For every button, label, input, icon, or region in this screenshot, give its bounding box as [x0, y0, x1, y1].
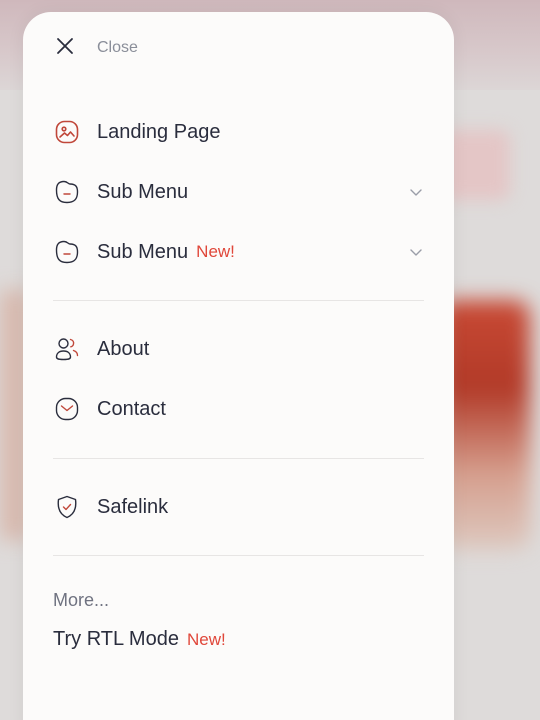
menu-item-safelink[interactable]: Safelink — [53, 487, 424, 527]
image-icon — [53, 118, 81, 146]
menu-item-label: Sub Menu — [97, 180, 189, 203]
more-heading: More... — [53, 590, 110, 610]
menu-item-label: Contact — [97, 397, 166, 420]
rtl-mode-label: Try RTL Mode — [53, 628, 179, 650]
mail-icon — [53, 395, 81, 423]
shield-check-icon — [53, 493, 81, 521]
menu-item-contact[interactable]: Contact — [53, 389, 424, 429]
new-badge: New! — [186, 630, 226, 649]
menu-item-label: Landing Page — [97, 120, 221, 143]
divider — [53, 555, 424, 556]
users-icon — [53, 335, 81, 363]
folder-icon — [53, 238, 81, 266]
divider — [53, 300, 424, 301]
menu-item-sub-menu[interactable]: Sub Menu — [53, 172, 424, 212]
close-icon[interactable] — [53, 34, 77, 63]
menu-item-about[interactable]: About — [53, 329, 424, 369]
menu-item-landing-page[interactable]: Landing Page — [53, 112, 424, 152]
navigation-drawer: Close Landing Page Sub Menu Sub Menu New… — [23, 12, 454, 720]
rtl-mode-link[interactable]: Try RTL Mode New! — [53, 628, 226, 651]
chevron-down-icon[interactable] — [408, 184, 424, 200]
menu-item-sub-menu-new[interactable]: Sub Menu New! — [53, 232, 424, 272]
menu-item-label: Sub Menu — [97, 240, 189, 263]
divider — [53, 458, 424, 459]
close-button[interactable]: Close — [53, 36, 138, 60]
menu-item-label: About — [97, 337, 150, 360]
chevron-down-icon[interactable] — [408, 244, 424, 260]
menu-item-label: Safelink — [97, 495, 169, 518]
folder-icon — [53, 178, 81, 206]
close-label: Close — [97, 39, 138, 56]
new-badge: New! — [196, 242, 235, 261]
